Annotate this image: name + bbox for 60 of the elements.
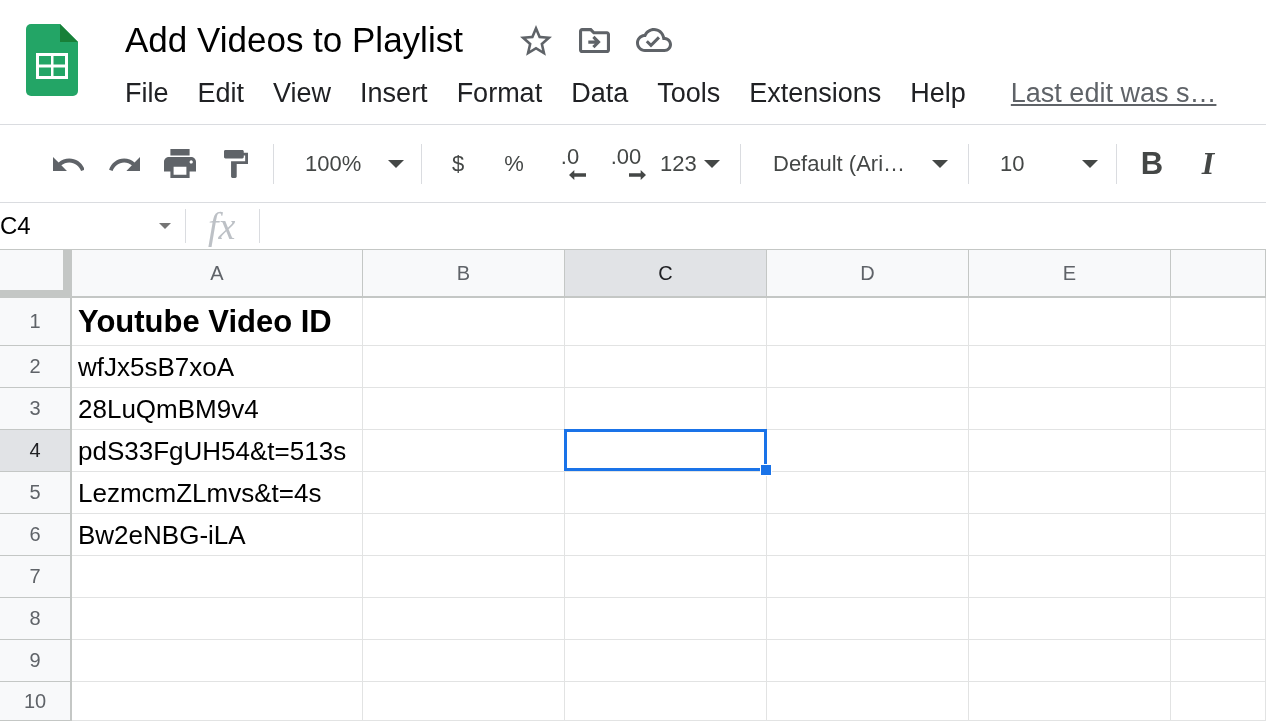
column-header[interactable]: B — [363, 250, 565, 298]
row-header[interactable]: 4 — [0, 430, 72, 472]
star-icon[interactable] — [519, 24, 552, 56]
cloud-check-icon[interactable] — [635, 28, 672, 52]
row-header[interactable]: 3 — [0, 388, 72, 430]
caret-icon[interactable] — [388, 159, 404, 168]
column-header[interactable]: C — [565, 250, 767, 298]
menu-item[interactable]: Help — [910, 77, 966, 109]
menu-item[interactable]: Insert — [360, 77, 428, 109]
row-header[interactable]: 2 — [0, 346, 72, 388]
number-format-dropdown[interactable]: 123 — [654, 141, 726, 186]
caret-icon[interactable] — [704, 159, 720, 168]
redo-icon[interactable] — [108, 156, 140, 171]
row-header[interactable]: 10 — [0, 682, 72, 721]
document-title[interactable]: Add Videos to Playlist — [125, 18, 463, 62]
function-label: fx — [208, 206, 236, 246]
left-arrow-icon — [568, 169, 586, 180]
spreadsheet-logo-icon[interactable] — [26, 24, 78, 96]
caret-icon[interactable] — [932, 159, 948, 168]
row-header[interactable]: 8 — [0, 598, 72, 640]
row-header[interactable]: 5 — [0, 472, 72, 514]
undo-icon[interactable] — [52, 156, 84, 171]
fill-handle[interactable] — [760, 464, 772, 476]
table-cell: 28LuQmBM9v4 — [78, 393, 259, 424]
row-header[interactable]: 1 — [0, 298, 72, 346]
menu-item[interactable]: Format — [456, 77, 543, 109]
menu-item[interactable]: Tools — [657, 77, 721, 109]
column-header[interactable]: A — [72, 250, 363, 298]
menu-item[interactable]: File — [125, 77, 169, 109]
column-header[interactable]: D — [767, 250, 969, 298]
row-header[interactable]: 7 — [0, 556, 72, 598]
table-cell: pdS33FgUH54&t=513s — [78, 435, 347, 466]
row-header[interactable]: 6 — [0, 514, 72, 556]
font-size-dropdown[interactable]: 10 — [980, 141, 1105, 186]
printer-icon[interactable] — [164, 149, 196, 178]
percent-format-button[interactable]: % — [486, 139, 542, 188]
right-arrow-icon — [628, 169, 646, 180]
italic-button[interactable]: I — [1180, 139, 1236, 188]
font-dropdown[interactable]: Default (Ari… — [755, 141, 955, 186]
increase-decimal-button[interactable]: .00 — [598, 137, 654, 190]
bold-button[interactable]: B — [1124, 139, 1180, 188]
caret-icon[interactable] — [159, 223, 171, 229]
decrease-decimal-button[interactable]: .0 — [542, 137, 598, 190]
last-edit-link[interactable]: Last edit was s… — [1010, 77, 1217, 109]
caret-icon[interactable] — [1082, 159, 1098, 168]
column-header[interactable]: E — [969, 250, 1171, 298]
table-cell: LezmcmZLmvs&t=4s — [78, 477, 322, 508]
table-cell: Bw2eNBG-iLA — [78, 519, 246, 550]
menu-item[interactable]: Edit — [197, 77, 245, 109]
currency-format-button[interactable]: $ — [430, 139, 486, 188]
table-cell: wfJx5sB7xoA — [78, 351, 235, 382]
paint-roller-icon[interactable] — [224, 149, 248, 178]
menu-item[interactable]: View — [273, 77, 332, 109]
zoom-dropdown[interactable]: 100% — [285, 141, 412, 186]
table-cell: Youtube Video ID — [78, 303, 332, 340]
menu-item[interactable]: Extensions — [749, 77, 882, 109]
menu-item[interactable]: Data — [571, 77, 629, 109]
row-header[interactable]: 9 — [0, 640, 72, 682]
name-box[interactable]: C4 — [0, 206, 185, 246]
folder-arrow-icon[interactable] — [578, 27, 610, 53]
